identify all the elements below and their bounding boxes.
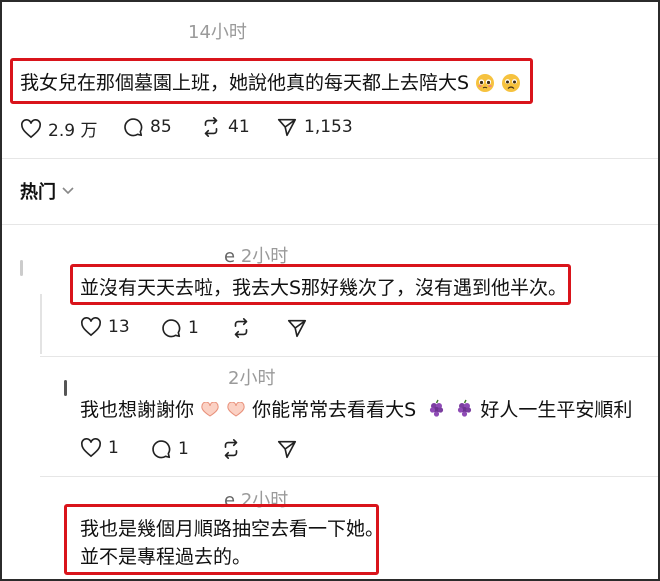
sort-dropdown[interactable]: 热门 [20,178,74,204]
reply-button[interactable]: 1 [150,438,189,460]
divider [2,224,658,225]
avatar-edge [20,260,23,276]
comment-2-timestamp: 2小时 [228,368,276,389]
comment-2-text-b: 你能常常去看看大S [252,399,417,421]
screenshot-frame: 14小时 我女兒在那個墓園上班，她說他真的每天都上去陪大S 2.9 万 85 4… [0,0,660,581]
repost-icon [234,318,248,338]
post-text-row: 我女兒在那個墓園上班，她說他真的每天都上去陪大S [20,68,521,98]
send-icon [277,440,297,459]
heart-icon [21,118,41,138]
divider [40,356,658,357]
divider [40,476,658,477]
thread-line [40,294,42,354]
chevron-down-icon [62,187,74,195]
heart-icon [81,317,101,337]
comment-3-line-1: 我也是幾個月順路抽空去看一下她。 [80,518,385,540]
like-count: 1 [108,438,119,458]
repost-button[interactable] [220,438,242,460]
post-timestamp: 14小时 [188,22,247,43]
repost-icon [204,117,218,137]
like-button[interactable]: 1 [80,438,119,458]
like-count: 13 [108,317,130,337]
speech-bubble-icon [162,319,181,338]
pleading-face-emoji [475,73,495,98]
send-icon [287,319,307,338]
heart-hands-emoji [226,401,246,417]
repost-count: 41 [228,117,250,137]
reply-button[interactable]: 85 [122,116,172,138]
comment-2-text-c: 好人一生平安順利 [480,399,633,421]
send-icon [277,118,297,137]
speech-bubble-icon [152,440,171,459]
section-title: 热门 [20,182,56,203]
reply-button[interactable]: 1 [160,317,199,339]
repost-icon [224,439,238,459]
repost-button[interactable] [230,317,252,339]
heart-icon [81,438,101,458]
comment-2-text-a: 我也想謝謝你 [80,399,195,421]
share-button[interactable] [286,317,308,339]
like-button[interactable]: 13 [80,317,130,337]
like-count: 2.9 万 [48,121,98,141]
reply-count: 1 [178,439,189,459]
reply-count: 1 [188,318,199,338]
like-button[interactable]: 2.9 万 [20,116,97,141]
grapes-emoji [456,399,474,424]
repost-button[interactable]: 41 [200,116,250,138]
avatar-edge [64,380,67,396]
sad-face-emoji [501,73,521,98]
divider [2,158,658,159]
share-button[interactable]: 1,153 [276,116,353,138]
comment-3-line-2: 並不是專程過去的。 [80,546,252,568]
speech-bubble-icon [124,118,143,137]
share-count: 1,153 [304,117,353,137]
heart-hands-emoji [200,401,220,417]
comment-1-text: 並沒有天天去啦，我去大S那好幾次了，沒有遇到他半次。 [80,277,568,299]
grapes-emoji [428,399,446,424]
reply-count: 85 [150,117,172,137]
share-button[interactable] [276,438,298,460]
post-text: 我女兒在那個墓園上班，她說他真的每天都上去陪大S [20,72,470,94]
comment-2-text-row: 我也想謝謝你 你能常常去看看大S 好人一生平安順利 [80,395,632,424]
